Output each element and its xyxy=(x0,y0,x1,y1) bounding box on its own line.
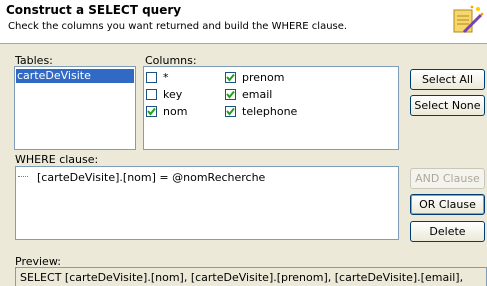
column-label: key xyxy=(163,87,183,101)
checkbox-checked[interactable] xyxy=(225,88,236,100)
where-clause-label: WHERE clause: xyxy=(15,153,99,166)
preview-box: SELECT [carteDeVisite].[nom], [carteDeVi… xyxy=(15,267,487,286)
column-item-key[interactable]: key xyxy=(146,87,182,101)
column-label: telephone xyxy=(242,104,298,118)
column-item-email[interactable]: email xyxy=(225,87,272,101)
page-subtitle: Check the columns you want returned and … xyxy=(8,21,348,32)
where-clause-item[interactable]: [carteDeVisite].[nom] = @nomRecherche xyxy=(37,171,265,184)
checkbox-checked[interactable] xyxy=(225,105,236,117)
preview-sql-text: SELECT [carteDeVisite].[nom], [carteDeVi… xyxy=(20,271,464,284)
wizard-header: Construct a SELECT query Check the colum… xyxy=(0,0,487,44)
column-label: * xyxy=(163,70,169,84)
columns-list[interactable]: * key nom prenom email telephone xyxy=(143,66,399,150)
select-none-button[interactable]: Select None xyxy=(410,95,485,116)
checkmark-icon xyxy=(147,107,156,116)
delete-button[interactable]: Delete xyxy=(410,221,485,242)
column-item-prenom[interactable]: prenom xyxy=(225,70,284,84)
select-all-button[interactable]: Select All xyxy=(410,69,485,90)
checkmark-icon xyxy=(226,90,235,99)
checkbox-checked[interactable] xyxy=(225,71,236,83)
or-clause-button[interactable]: OR Clause xyxy=(410,194,485,215)
column-label: nom xyxy=(163,104,188,118)
table-item-cartedevisite[interactable]: carteDeVisite xyxy=(16,69,134,83)
tree-connector xyxy=(18,176,28,177)
tables-list[interactable]: carteDeVisite xyxy=(14,66,136,150)
column-item-star[interactable]: * xyxy=(146,70,169,84)
column-label: email xyxy=(242,87,273,101)
checkbox-checked[interactable] xyxy=(146,105,157,117)
checkbox[interactable] xyxy=(146,88,157,100)
column-item-telephone[interactable]: telephone xyxy=(225,104,297,118)
page-title: Construct a SELECT query xyxy=(6,3,182,17)
query-wizard-icon xyxy=(453,5,484,34)
checkmark-icon xyxy=(226,107,235,116)
and-clause-button[interactable]: AND Clause xyxy=(410,168,485,189)
column-label: prenom xyxy=(242,70,285,84)
checkbox[interactable] xyxy=(146,71,157,83)
checkmark-icon xyxy=(226,73,235,82)
column-item-nom[interactable]: nom xyxy=(146,104,187,118)
